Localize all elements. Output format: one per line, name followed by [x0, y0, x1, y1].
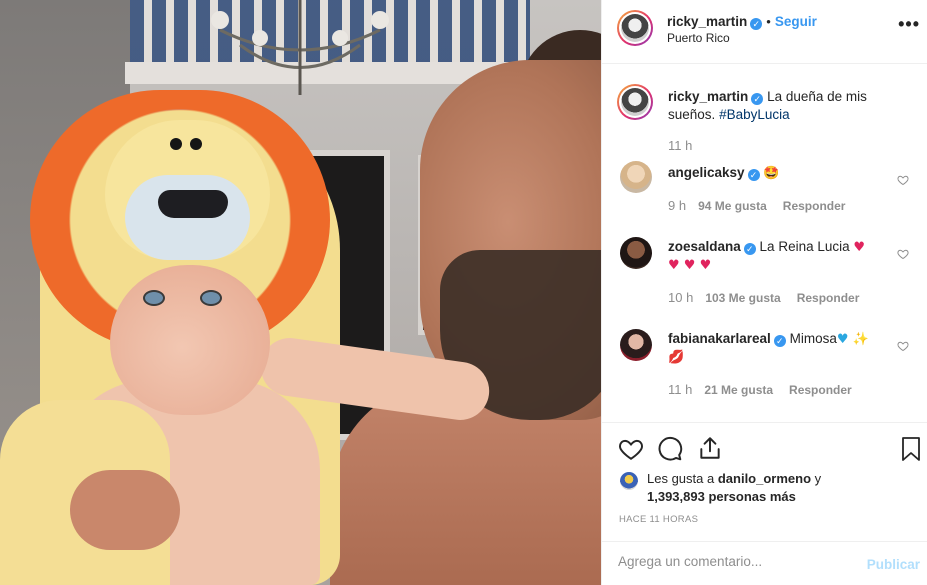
comment-1-meta: 9 h 94 Me gusta Responder — [668, 198, 861, 213]
liker-username[interactable]: danilo_ormeno — [718, 471, 811, 486]
comment-time[interactable]: 10 h — [668, 290, 693, 305]
heart-icon[interactable] — [618, 436, 644, 462]
caption-username[interactable]: ricky_martin — [668, 89, 748, 104]
photo-lion-eye — [190, 138, 202, 150]
post-time[interactable]: HACE 11 HORAS — [619, 514, 698, 525]
like-comment-heart-icon[interactable] — [897, 340, 909, 352]
heart-emoji: ♥ — [853, 240, 866, 255]
verified-icon: ✓ — [750, 18, 763, 30]
share-icon[interactable] — [697, 435, 723, 461]
photo-baby-eye — [143, 290, 165, 306]
likes-summary: Les gusta a danilo_ormeno y 1,393,893 pe… — [647, 470, 821, 506]
comment-icon[interactable] — [657, 436, 683, 462]
comment-username[interactable]: zoesaldana — [668, 239, 741, 254]
verified-icon: ✓ — [773, 335, 786, 347]
reply-button[interactable]: Responder — [789, 383, 852, 397]
comment-avatar[interactable] — [620, 329, 652, 361]
author-avatar[interactable] — [617, 10, 653, 46]
caption-meta: 11 h — [668, 138, 704, 153]
photo-lion-nose — [158, 190, 228, 218]
post-header: ricky_martin ✓ • Seguir Puerto Rico ••• — [602, 0, 927, 64]
author-line: ricky_martin ✓ • Seguir — [667, 13, 817, 31]
star-eyes-emoji: 🤩 — [763, 166, 780, 181]
verified-icon: ✓ — [747, 169, 760, 181]
caption: ricky_martin ✓ La dueña de mis sueños. #B… — [668, 88, 898, 124]
comment-likes[interactable]: 21 Me gusta — [704, 383, 773, 397]
post-panel: ricky_martin ✓ • Seguir Puerto Rico ••• ric… — [601, 0, 927, 585]
comment-3: fabianakarlareal ✓ Mimosa♥ ✨ 💋 — [668, 330, 898, 366]
bookmark-icon[interactable] — [899, 436, 923, 462]
like-comment-heart-icon[interactable] — [897, 248, 909, 260]
comment-time[interactable]: 9 h — [668, 198, 686, 213]
verified-icon: ✓ — [743, 243, 756, 255]
comment-input[interactable] — [618, 554, 848, 569]
photo-baby-face — [110, 265, 270, 415]
comment-likes[interactable]: 94 Me gusta — [698, 199, 767, 213]
post-location[interactable]: Puerto Rico — [667, 31, 730, 45]
comment-avatar[interactable] — [620, 161, 652, 193]
photo-lion-eye — [170, 138, 182, 150]
hearts-emoji: ♥ ♥ ♥ — [668, 258, 712, 273]
follow-button[interactable]: Seguir — [775, 14, 817, 29]
likes-prefix: Les gusta a — [647, 471, 715, 486]
comment-avatar[interactable] — [620, 237, 652, 269]
reply-button[interactable]: Responder — [797, 291, 860, 305]
verified-icon: ✓ — [751, 93, 764, 105]
comment-2-meta: 10 h 103 Me gusta Responder — [668, 290, 875, 305]
comment-text: La Reina Lucia — [759, 239, 850, 254]
comment-likes[interactable]: 103 Me gusta — [705, 291, 780, 305]
photo-baby-eye — [200, 290, 222, 306]
kiss-mark-emoji: 💋 — [668, 350, 685, 365]
caption-time[interactable]: 11 h — [668, 138, 692, 153]
blue-heart-sparkles-emoji: ♥ ✨ — [836, 332, 869, 347]
comment-2: zoesaldana ✓ La Reina Lucia ♥ ♥ ♥ ♥ — [668, 238, 898, 274]
reply-button[interactable]: Responder — [783, 199, 846, 213]
comment-username[interactable]: angelicaksy — [668, 165, 745, 180]
likes-count[interactable]: 1,393,893 personas más — [647, 489, 796, 504]
add-comment-bar: Publicar — [602, 541, 927, 585]
like-comment-heart-icon[interactable] — [897, 174, 909, 186]
comment-time[interactable]: 11 h — [668, 382, 692, 397]
post-photo[interactable] — [0, 0, 601, 585]
comment-1: angelicaksy ✓ 🤩 — [668, 164, 898, 182]
author-username[interactable]: ricky_martin — [667, 14, 747, 29]
caption-hashtag[interactable]: #BabyLucia — [719, 107, 790, 122]
separator-dot: • — [766, 14, 771, 29]
photo-man-hand — [70, 470, 180, 550]
liker-avatar[interactable] — [620, 472, 638, 490]
publish-button[interactable]: Publicar — [867, 557, 920, 572]
likes-and: y — [814, 471, 822, 486]
caption-avatar[interactable] — [617, 84, 653, 120]
comment-3-meta: 11 h 21 Me gusta Responder — [668, 382, 868, 397]
comment-username[interactable]: fabianakarlareal — [668, 331, 771, 346]
more-options-icon[interactable]: ••• — [898, 14, 920, 35]
chandelier-icon — [211, 0, 389, 95]
comment-text: Mimosa — [789, 331, 837, 346]
